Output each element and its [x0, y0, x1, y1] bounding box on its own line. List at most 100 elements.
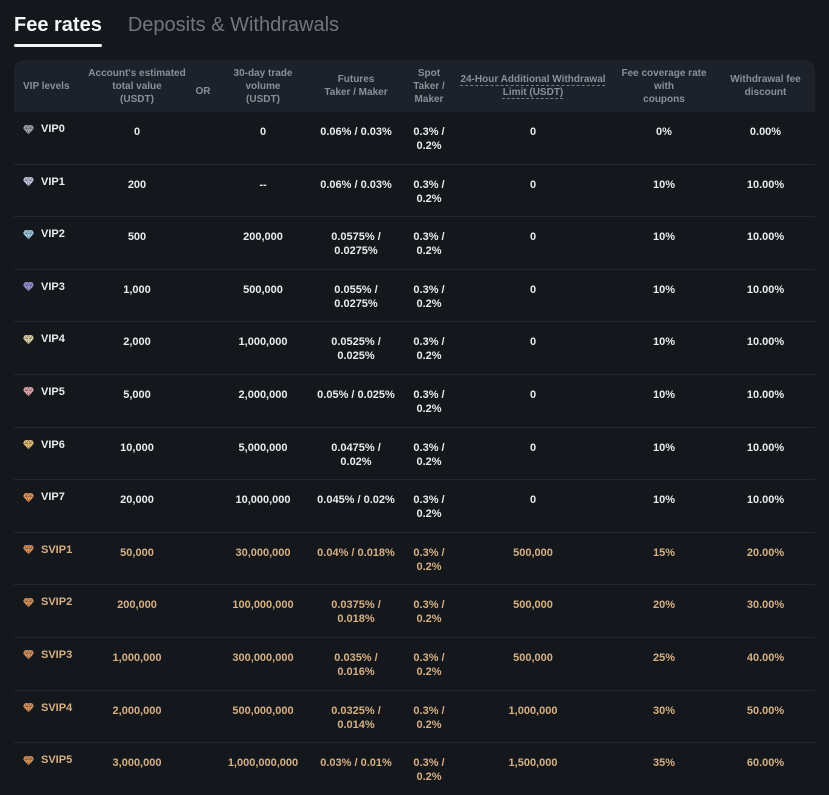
limit-value: 0 [454, 480, 612, 507]
coverage-value: 20% [612, 585, 716, 612]
account-value: 1,000,000 [86, 638, 188, 665]
table-row: VIP610,0005,000,0000.0475% / 0.02%0.3% /… [14, 427, 815, 480]
account-value: 500 [86, 217, 188, 244]
column-header-spot-fees: Spot Taker / Maker [404, 67, 454, 106]
diamond-copper-icon [22, 596, 35, 609]
vip-level-label: VIP4 [41, 332, 65, 346]
tab-bar: Fee rates Deposits & Withdrawals [14, 0, 815, 47]
futures-value: 0.04% / 0.018% [308, 533, 404, 560]
column-header-withdrawal-limit[interactable]: 24-Hour Additional Withdrawal Limit (USD… [454, 73, 612, 99]
vip-level-cell: VIP3 [14, 270, 86, 294]
limit-value: 0 [454, 112, 612, 139]
table-row: VIP1200--0.06% / 0.03%0.3% / 0.2%010%10.… [14, 164, 815, 217]
discount-value: 10.00% [716, 428, 815, 455]
spot-value: 0.3% / 0.2% [404, 638, 454, 679]
futures-value: 0.035% / 0.016% [308, 638, 404, 679]
spot-value: 0.3% / 0.2% [404, 322, 454, 363]
discount-value: 30.00% [716, 585, 815, 612]
coverage-value: 25% [612, 638, 716, 665]
diamond-lavender-icon [22, 175, 35, 188]
coverage-value: 10% [612, 480, 716, 507]
futures-value: 0.06% / 0.03% [308, 165, 404, 192]
limit-value: 1,000,000 [454, 691, 612, 718]
vip-level-label: SVIP4 [41, 701, 72, 715]
discount-value: 60.00% [716, 743, 815, 770]
futures-value: 0.0475% / 0.02% [308, 428, 404, 469]
vip-level-label: VIP3 [41, 280, 65, 294]
discount-value: 10.00% [716, 375, 815, 402]
table-row: VIP55,0002,000,0000.05% / 0.025%0.3% / 0… [14, 374, 815, 427]
table-row: SVIP150,00030,000,0000.04% / 0.018%0.3% … [14, 532, 815, 585]
account-value: 200 [86, 165, 188, 192]
vip-level-cell: VIP5 [14, 375, 86, 399]
diamond-pink-icon [22, 385, 35, 398]
account-value: 200,000 [86, 585, 188, 612]
column-header-withdrawal-discount: Withdrawal fee discount [716, 73, 815, 99]
account-value: 2,000,000 [86, 691, 188, 718]
limit-value: 0 [454, 270, 612, 297]
column-header-account-value: Account's estimated total value (USDT) [86, 67, 188, 106]
volume-value: 2,000,000 [218, 375, 308, 402]
coverage-value: 10% [612, 322, 716, 349]
spot-value: 0.3% / 0.2% [404, 270, 454, 311]
coverage-value: 35% [612, 743, 716, 770]
fee-rates-page: Fee rates Deposits & Withdrawals VIP lev… [0, 0, 829, 795]
account-value: 50,000 [86, 533, 188, 560]
vip-level-cell: VIP1 [14, 165, 86, 189]
diamond-gold-icon [22, 438, 35, 451]
tab-fee-rates[interactable]: Fee rates [14, 12, 102, 47]
vip-level-cell: SVIP2 [14, 585, 86, 609]
volume-value: 500,000 [218, 270, 308, 297]
discount-value: 10.00% [716, 480, 815, 507]
futures-value: 0.03% / 0.01% [308, 743, 404, 770]
limit-value: 0 [454, 165, 612, 192]
tab-deposits-withdrawals[interactable]: Deposits & Withdrawals [128, 12, 339, 38]
spot-value: 0.3% / 0.2% [404, 165, 454, 206]
tab-fee-rates-label: Fee rates [14, 14, 102, 36]
table-row: VIP31,000500,0000.055% / 0.0275%0.3% / 0… [14, 269, 815, 322]
vip-level-cell: SVIP5 [14, 743, 86, 767]
volume-value: 0 [218, 112, 308, 139]
vip-level-cell: VIP4 [14, 322, 86, 346]
volume-value: 100,000,000 [218, 585, 308, 612]
futures-value: 0.06% / 0.03% [308, 112, 404, 139]
account-value: 10,000 [86, 428, 188, 455]
spot-value: 0.3% / 0.2% [404, 533, 454, 574]
discount-value: 10.00% [716, 165, 815, 192]
spot-value: 0.3% / 0.2% [404, 375, 454, 416]
diamond-gray-icon [22, 123, 35, 136]
futures-value: 0.0575% / 0.0275% [308, 217, 404, 258]
column-header-futures-fees: Futures Taker / Maker [308, 73, 404, 99]
futures-value: 0.055% / 0.0275% [308, 270, 404, 311]
column-header-trade-volume: 30-day trade volume (USDT) [218, 67, 308, 106]
diamond-copper-icon [22, 543, 35, 556]
vip-level-label: SVIP2 [41, 595, 72, 609]
diamond-purple-icon [22, 280, 35, 293]
table-body: VIP0000.06% / 0.03%0.3% / 0.2%00%0.00%VI… [14, 112, 815, 795]
diamond-champagne-icon [22, 333, 35, 346]
limit-value: 500,000 [454, 533, 612, 560]
volume-value: 30,000,000 [218, 533, 308, 560]
volume-value: -- [218, 165, 308, 192]
vip-level-label: VIP7 [41, 490, 65, 504]
vip-level-cell: SVIP3 [14, 638, 86, 662]
tab-deposits-withdrawals-label: Deposits & Withdrawals [128, 14, 339, 36]
limit-value: 1,500,000 [454, 743, 612, 770]
active-tab-underline [14, 44, 102, 47]
futures-value: 0.045% / 0.02% [308, 480, 404, 507]
column-header-or: OR [188, 75, 218, 98]
vip-level-label: VIP0 [41, 122, 65, 136]
discount-value: 20.00% [716, 533, 815, 560]
spot-value: 0.3% / 0.2% [404, 217, 454, 258]
coverage-value: 0% [612, 112, 716, 139]
volume-value: 500,000,000 [218, 691, 308, 718]
limit-value: 0 [454, 428, 612, 455]
table-row: SVIP31,000,000300,000,0000.035% / 0.016%… [14, 637, 815, 690]
vip-level-label: VIP1 [41, 175, 65, 189]
volume-value: 1,000,000 [218, 322, 308, 349]
volume-value: 10,000,000 [218, 480, 308, 507]
limit-value: 500,000 [454, 638, 612, 665]
spot-value: 0.3% / 0.2% [404, 480, 454, 521]
discount-value: 40.00% [716, 638, 815, 665]
discount-value: 10.00% [716, 270, 815, 297]
